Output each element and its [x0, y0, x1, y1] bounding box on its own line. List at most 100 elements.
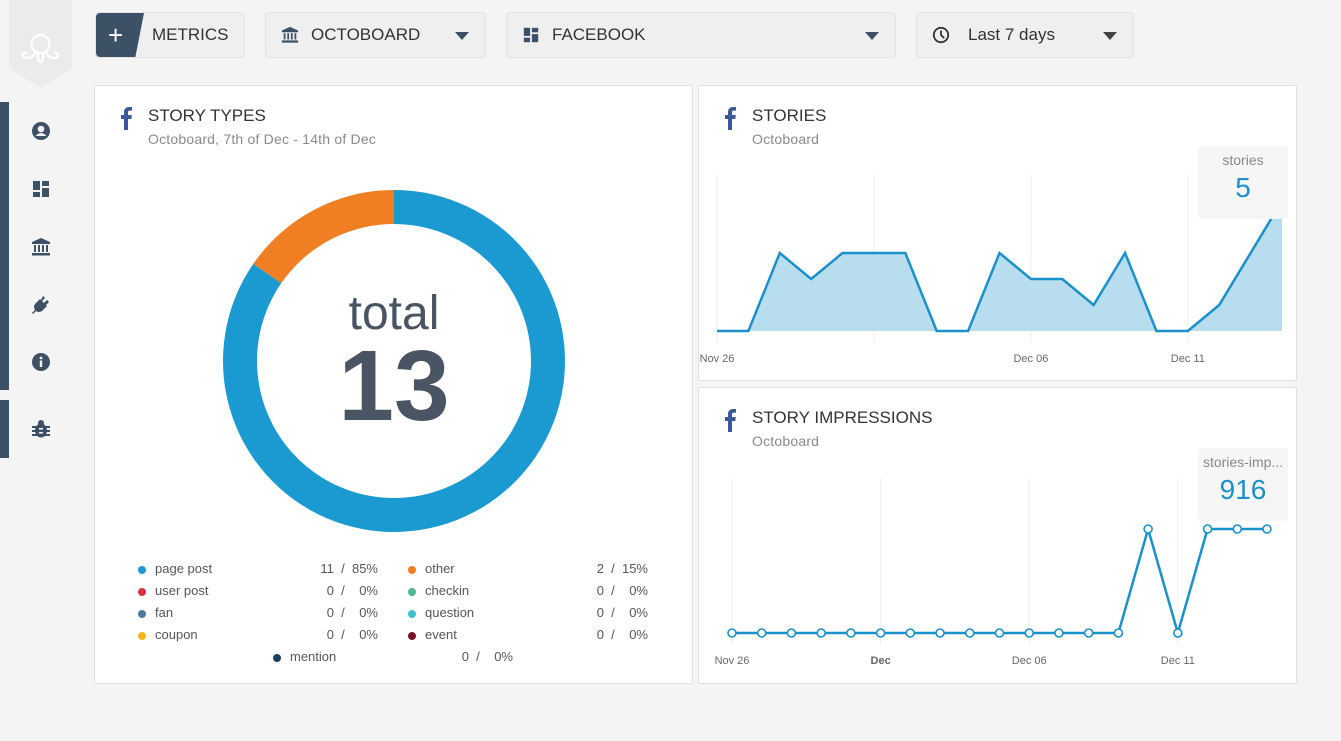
- story-impressions-widget: STORY IMPRESSIONS Octoboard Nov 26 Dec Dec…: [698, 387, 1297, 684]
- data-point[interactable]: [1024, 628, 1035, 638]
- sidebar-item-integrations[interactable]: [30, 293, 52, 315]
- stories-kpi: stories 5: [1198, 146, 1288, 219]
- data-point[interactable]: [1083, 628, 1094, 638]
- legend-item-other[interactable]: other 2 / 15%: [408, 561, 648, 579]
- story-types-widget: STORY TYPES Octoboard, 7th of Dec - 14th…: [94, 85, 693, 684]
- stories-widget: STORIES Octoboard Nov 26 Dec 06 Dec 11 sto…: [698, 85, 1297, 381]
- x-tick-label: Dec 06: [1012, 655, 1047, 667]
- x-tick-label: Nov 26: [715, 655, 750, 667]
- legend-item-page-post[interactable]: page post 11 / 85%: [138, 561, 378, 579]
- legend-value: 0 / 0%: [326, 627, 378, 642]
- info-icon: [32, 353, 50, 371]
- legend-dot: [408, 610, 416, 618]
- data-point[interactable]: [1113, 628, 1124, 638]
- series-line: [732, 524, 1267, 638]
- bank-icon: [32, 238, 50, 256]
- data-point[interactable]: [756, 628, 767, 638]
- legend-dot: [408, 566, 416, 574]
- legend-value: 0 / 0%: [596, 583, 648, 598]
- legend-label: mention: [290, 649, 337, 664]
- chevron-down-icon: [865, 32, 879, 40]
- dashboard-icon: [33, 181, 49, 197]
- legend-dot: [138, 588, 146, 596]
- clock-icon: [932, 26, 950, 44]
- legend-value: 0 / 0%: [596, 605, 648, 620]
- date-range-select[interactable]: Last 7 days: [916, 12, 1134, 58]
- donut-chart: total 13: [221, 188, 567, 534]
- legend-item-user-post[interactable]: user post 0 / 0%: [138, 583, 378, 601]
- data-point[interactable]: [1262, 524, 1272, 534]
- series-area: [717, 201, 1282, 331]
- x-tick-label: Dec: [871, 655, 891, 667]
- widget-title: STORY TYPES: [148, 106, 266, 125]
- legend-item-fan[interactable]: fan 0 / 0%: [138, 605, 378, 623]
- legend-label: event: [425, 627, 457, 642]
- octoboard-logo[interactable]: [9, 0, 72, 88]
- add-metrics-button[interactable]: + METRICS: [95, 12, 245, 58]
- legend-label: user post: [155, 583, 209, 598]
- data-point[interactable]: [1202, 524, 1213, 534]
- chevron-down-icon: [1103, 32, 1117, 40]
- legend-label: question: [425, 605, 475, 620]
- x-tick-label: Nov 26: [700, 353, 735, 365]
- sidebar-active-indicator: [0, 102, 9, 390]
- x-tick-label: Dec 11: [1171, 353, 1205, 365]
- kpi-value: 916: [1219, 474, 1267, 505]
- legend-dot: [273, 654, 281, 662]
- impressions-kpi: stories-imp... 916: [1198, 448, 1288, 521]
- legend-item-mention[interactable]: mention 0 / 0%: [273, 649, 513, 667]
- kpi-value: 5: [1235, 172, 1251, 203]
- legend-dot: [138, 610, 146, 618]
- legend-label: other: [425, 561, 455, 576]
- bug-icon: [32, 420, 50, 438]
- legend-value: 0 / 0%: [326, 605, 378, 620]
- legend-label: checkin: [425, 583, 470, 598]
- legend-value: 2 / 15%: [596, 561, 648, 576]
- legend-item-question[interactable]: question 0 / 0%: [408, 605, 648, 623]
- legend-label: coupon: [155, 627, 198, 642]
- donut-slice-other[interactable]: [253, 190, 394, 284]
- data-point[interactable]: [816, 628, 826, 638]
- dashboard-value: FACEBOOK: [552, 25, 646, 44]
- data-point[interactable]: [994, 628, 1005, 638]
- user-circle-icon: [32, 122, 50, 140]
- legend-label: fan: [155, 605, 174, 620]
- kpi-label: stories-imp...: [1202, 454, 1284, 470]
- legend-item-checkin[interactable]: checkin 0 / 0%: [408, 583, 648, 601]
- data-point[interactable]: [1054, 628, 1064, 638]
- legend-value: 0 / 0%: [326, 583, 378, 598]
- impressions-line-chart: Nov 26 Dec Dec 06 Dec 11: [715, 478, 1272, 667]
- bank-icon: [281, 26, 299, 44]
- legend-value: 0 / 0%: [596, 627, 648, 642]
- data-point[interactable]: [846, 628, 856, 638]
- sidebar-item-organization[interactable]: [30, 236, 52, 258]
- data-point[interactable]: [1173, 628, 1183, 638]
- data-point[interactable]: [875, 628, 886, 638]
- plus-icon: +: [96, 13, 144, 57]
- legend-item-coupon[interactable]: coupon 0 / 0%: [138, 627, 378, 645]
- data-point[interactable]: [1143, 524, 1153, 534]
- dashboard-select[interactable]: FACEBOOK: [506, 12, 896, 58]
- legend-label: page post: [155, 561, 213, 576]
- legend-dot: [408, 588, 416, 596]
- data-point[interactable]: [1232, 524, 1243, 534]
- facebook-icon: [121, 107, 132, 130]
- plug-icon: [32, 296, 49, 314]
- chevron-down-icon: [455, 32, 469, 40]
- data-point[interactable]: [905, 628, 916, 638]
- data-point[interactable]: [727, 628, 737, 638]
- data-point[interactable]: [935, 628, 945, 638]
- data-point[interactable]: [786, 628, 797, 638]
- widget-subtitle: Octoboard, 7th of Dec - 14th of Dec: [148, 131, 377, 147]
- organization-select[interactable]: OCTOBOARD: [265, 12, 486, 58]
- sidebar-item-account[interactable]: [30, 120, 52, 142]
- sidebar-item-info[interactable]: [30, 351, 52, 373]
- sidebar-bug-indicator: [0, 400, 9, 458]
- stories-area-chart: Nov 26 Dec 06 Dec 11: [700, 174, 1284, 365]
- data-point[interactable]: [964, 628, 975, 638]
- legend-dot: [408, 632, 416, 640]
- sidebar-item-report-bug[interactable]: [30, 418, 52, 440]
- sidebar-item-dashboards[interactable]: [30, 178, 52, 200]
- legend-item-event[interactable]: event 0 / 0%: [408, 627, 648, 645]
- legend-value: 0 / 0%: [461, 649, 513, 664]
